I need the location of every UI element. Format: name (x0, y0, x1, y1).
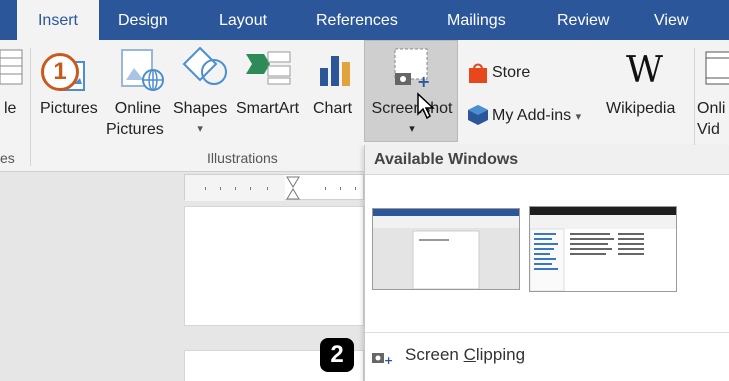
screen-clipping-menu-item[interactable]: + Screen Clipping (365, 337, 729, 377)
ribbon-tab-bar: Insert Design Layout References Mailings… (0, 0, 729, 40)
screenshot-dropdown-menu: Available Windows + Screen Clipping (364, 145, 729, 381)
chart-icon (318, 52, 354, 91)
tab-review[interactable]: Review (557, 0, 609, 40)
screenshot-icon: + (391, 45, 433, 96)
shapes-button[interactable]: Shapes ▾ (173, 98, 227, 140)
my-addins-button[interactable]: My Add-ins ▾ (492, 105, 581, 128)
online-video-label-line1: Onli (697, 100, 726, 117)
tab-mailings[interactable]: Mailings (447, 0, 506, 40)
screenshot-button[interactable]: + Screenshot ▾ (364, 40, 458, 142)
table-icon (0, 48, 24, 91)
step-1-badge: 1 (41, 53, 79, 91)
screen-clipping-icon: + (371, 347, 393, 370)
wikipedia-icon: W (626, 50, 664, 91)
shapes-dropdown-arrow-icon: ▾ (197, 123, 203, 135)
tab-layout[interactable]: Layout (219, 0, 267, 40)
shapes-icon (180, 44, 228, 93)
svg-text:+: + (417, 72, 430, 91)
tab-insert[interactable]: Insert (17, 0, 99, 40)
screenshot-dropdown-arrow-icon: ▾ (409, 123, 415, 135)
mouse-cursor-icon (416, 92, 436, 125)
tab-view[interactable]: View (654, 0, 688, 40)
store-icon (467, 62, 489, 89)
online-video-label-line2: Vid (697, 121, 720, 138)
online-pictures-label-line2: Pictures (106, 121, 164, 138)
smartart-icon (246, 50, 292, 91)
document-page[interactable] (184, 206, 364, 326)
word-window: Insert Design Layout References Mailings… (0, 0, 729, 381)
smartart-button[interactable]: SmartArt (236, 98, 299, 119)
pictures-button[interactable]: Pictures (40, 98, 98, 119)
wikipedia-button[interactable]: Wikipedia (606, 98, 675, 119)
online-video-icon (704, 50, 729, 91)
tab-references[interactable]: References (316, 0, 398, 40)
tab-design[interactable]: Design (118, 0, 168, 40)
store-button[interactable]: Store (492, 62, 530, 83)
window-thumbnail-word[interactable] (372, 208, 520, 290)
online-pictures-button[interactable]: Online Pictures (106, 98, 164, 140)
online-pictures-icon (118, 46, 168, 97)
window-thumbnail-explorer[interactable] (529, 206, 677, 292)
my-addins-dropdown-arrow-icon: ▾ (575, 111, 582, 123)
dropdown-divider (365, 332, 729, 333)
online-video-button-partial[interactable]: Onli Vid (697, 98, 725, 140)
group-separator (30, 48, 31, 166)
step-2-badge: 2 (320, 338, 354, 372)
screen-clipping-label: Screen Clipping (405, 345, 526, 364)
svg-text:+: + (384, 354, 393, 365)
horizontal-ruler[interactable] (184, 174, 364, 201)
chart-button[interactable]: Chart (313, 98, 352, 119)
shapes-label: Shapes (173, 100, 228, 117)
available-windows-title: Available Windows (374, 151, 519, 168)
my-addins-label: My Add-ins (492, 107, 572, 124)
available-windows-header: Available Windows (365, 145, 729, 175)
navigation-pane (0, 172, 184, 381)
tables-group-label-partial: es (0, 150, 15, 166)
online-pictures-label-line1: Online (114, 100, 162, 117)
illustrations-group-label: Illustrations (207, 150, 278, 166)
my-addins-icon (467, 104, 489, 131)
screenshot-label: Screenshot (371, 100, 453, 117)
table-button-partial[interactable]: le (4, 98, 16, 119)
